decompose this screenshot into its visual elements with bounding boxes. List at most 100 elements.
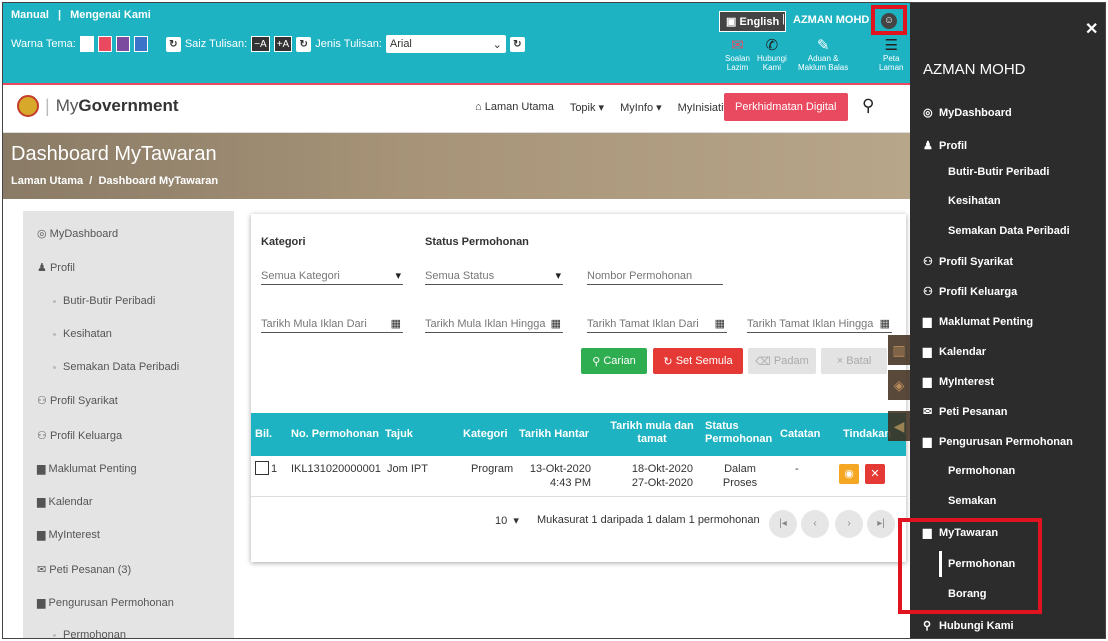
calendar-icon: ▦ [550, 318, 561, 330]
date-tamat-dari-input[interactable]: Tarikh Tamat Iklan Dari ▦ [587, 315, 727, 333]
search-icon[interactable]: ⚲ [862, 96, 874, 116]
about-link[interactable]: Mengenai Kami [70, 9, 151, 21]
manual-link[interactable]: Manual [11, 9, 49, 21]
location-icon[interactable]: ◈ [888, 370, 910, 400]
sidebar-item-myinterest[interactable]: ▆ MyInterest [37, 528, 100, 541]
language-button[interactable]: ▣ English [719, 11, 787, 32]
rsidebar-item-peti[interactable]: ✉ Peti Pesanan [923, 405, 1007, 418]
sidebar-item-profil-syarikat[interactable]: ⚇ Profil Syarikat [37, 394, 118, 407]
theme-swatch-white[interactable] [79, 36, 94, 52]
envelope-icon: ✉ [37, 564, 47, 576]
mygovernment-logo[interactable]: | MyGovernment [17, 95, 179, 117]
th-catatan[interactable]: Catatan [780, 428, 820, 441]
quick-contact[interactable]: ✆ Hubungi Kami [757, 37, 787, 72]
next-page-icon[interactable]: › [835, 510, 863, 538]
rsidebar-item-hubungi[interactable]: ⚲ Hubungi Kami [923, 619, 1014, 632]
th-status[interactable]: Status Permohonan [705, 420, 775, 446]
first-page-icon[interactable]: |◂ [769, 510, 797, 538]
sidebar-item-pengurusan[interactable]: ▆ Pengurusan Permohonan [37, 596, 174, 609]
rsidebar-item-kalendar[interactable]: ▆ Kalendar [923, 345, 986, 358]
quick-sitemap[interactable]: ☰ Peta Laman [879, 37, 903, 72]
megaphone-icon[interactable]: ◀ [888, 411, 910, 441]
quick-feedback[interactable]: ✎ Aduan & Maklum Balas [798, 37, 848, 72]
sidebar-item-kesihatan[interactable]: Kesihatan [53, 328, 112, 340]
status-label: Status Permohonan [425, 236, 529, 248]
rsidebar-item-permohonan[interactable]: Permohonan [948, 465, 1015, 477]
carian-button[interactable]: ⚲ Carian [581, 348, 647, 374]
theme-swatch-blue[interactable] [133, 36, 148, 52]
th-tajuk[interactable]: Tajuk [385, 428, 413, 441]
rsidebar-item-profil-keluarga[interactable]: ⚇ Profil Keluarga [923, 285, 1017, 298]
user-menu-highlight[interactable]: ☺ [871, 5, 907, 35]
refresh-icon: ↻ [663, 355, 673, 368]
cell-tajuk: Jom IPT [387, 463, 428, 475]
file-icon: ▆ [37, 463, 46, 475]
rsidebar-item-semakan[interactable]: Semakan [948, 495, 996, 507]
caret-down-icon: ▾ [555, 270, 561, 282]
reset-fontsize-icon[interactable]: ↻ [296, 36, 312, 52]
nav-myinfo[interactable]: MyInfo ▾ [620, 101, 662, 114]
rsidebar-item-kesihatan[interactable]: Kesihatan [948, 195, 1001, 207]
rsidebar-item-myinterest[interactable]: ▆ MyInterest [923, 375, 994, 388]
breadcrumb-home[interactable]: Laman Utama [11, 175, 83, 187]
padam-button[interactable]: ⌫ Padam [748, 348, 816, 374]
row-checkbox[interactable] [255, 461, 269, 475]
delete-close-icon[interactable]: ✕ [865, 464, 885, 484]
fonttype-select[interactable]: Arial ⌄ [385, 35, 506, 53]
view-eye-icon[interactable]: ◉ [839, 464, 859, 484]
quick-faq[interactable]: ✉ Soalan Lazim [725, 37, 750, 72]
font-decrease-button[interactable]: −A [251, 36, 270, 52]
last-page-icon[interactable]: ▸| [867, 510, 895, 538]
set-semula-button[interactable]: ↻ Set Semula [653, 348, 743, 374]
status-select[interactable]: Semua Status ▾ [425, 267, 563, 285]
rsidebar-item-maklumat[interactable]: ▆ Maklumat Penting [923, 315, 1033, 328]
rsidebar-item-mydashboard[interactable]: ◎ MyDashboard [923, 106, 1012, 119]
calendar-icon: ▦ [714, 318, 725, 330]
sidebar-item-peti[interactable]: ✉ Peti Pesanan (3) [37, 563, 131, 576]
kategori-label: Kategori [261, 236, 306, 248]
rsidebar-item-profil[interactable]: ♟ Profil [923, 139, 967, 152]
prev-page-icon[interactable]: ‹ [801, 510, 829, 538]
sidebar-item-profil[interactable]: ♟ Profil [37, 261, 75, 274]
reset-theme-icon[interactable]: ↻ [165, 36, 181, 52]
stats-icon[interactable]: ▥ [888, 335, 910, 365]
th-tarikh-mula-tamat[interactable]: Tarikh mula dan tamat [607, 420, 697, 446]
rsidebar-item-profil-syarikat[interactable]: ⚇ Profil Syarikat [923, 255, 1013, 268]
sidebar-item-permohonan[interactable]: Permohonan [53, 629, 126, 638]
sidebar-item-profil-keluarga[interactable]: ⚇ Profil Keluarga [37, 429, 122, 442]
nav-home[interactable]: ⌂ Laman Utama [475, 101, 554, 114]
sidebar-item-maklumat[interactable]: ▆ Maklumat Penting [37, 462, 137, 475]
digital-services-button[interactable]: Perkhidmatan Digital [724, 93, 848, 121]
nav-topik[interactable]: Topik ▾ [570, 101, 604, 114]
nombor-permohonan-input[interactable]: Nombor Permohonan [587, 267, 723, 285]
date-tamat-hingga-input[interactable]: Tarikh Tamat Iklan Hingga ▦ [747, 315, 892, 333]
file-icon: ▆ [923, 436, 932, 448]
page-banner: Dashboard MyTawaran Laman Utama / Dashbo… [3, 133, 910, 199]
date-mula-hingga-input[interactable]: Tarikh Mula Iklan Hingga ▦ [425, 315, 563, 333]
theme-label: Warna Tema: [11, 38, 76, 50]
th-no-permohonan[interactable]: No. Permohonan [291, 428, 379, 441]
user-name-top[interactable]: AZMAN MOHD [793, 14, 869, 26]
batal-button[interactable]: × Batal [821, 348, 887, 374]
users-icon: ⚇ [923, 256, 933, 268]
sidebar-item-mydashboard[interactable]: ◎ MyDashboard [37, 227, 118, 240]
rsidebar-item-semakan-data[interactable]: Semakan Data Peribadi [948, 225, 1070, 237]
sidebar-item-butir[interactable]: Butir-Butir Peribadi [52, 295, 155, 307]
sidebar-item-semakan-data[interactable]: Semakan Data Peribadi [52, 361, 179, 373]
sidebar-item-kalendar[interactable]: ▆ Kalendar [37, 495, 93, 508]
th-tarikh-hantar[interactable]: Tarikh Hantar [519, 428, 589, 441]
rsidebar-item-pengurusan[interactable]: ▆ Pengurusan Permohonan [923, 435, 1073, 448]
font-increase-button[interactable]: +A [273, 36, 293, 52]
per-page-select[interactable]: 10 ▾ [495, 514, 519, 527]
theme-swatch-red[interactable] [97, 36, 112, 52]
th-kategori[interactable]: Kategori [463, 428, 508, 441]
th-tindakan[interactable]: Tindakan [843, 428, 891, 441]
date-mula-dari-input[interactable]: Tarikh Mula Iklan Dari ▦ [261, 315, 403, 333]
reset-fonttype-icon[interactable]: ↻ [509, 36, 525, 52]
close-icon[interactable]: ✕ [1085, 19, 1098, 39]
rsidebar-item-butir[interactable]: Butir-Butir Peribadi [948, 166, 1049, 178]
kategori-select[interactable]: Semua Kategori ▾ [261, 267, 403, 285]
th-bil[interactable]: Bil. [255, 428, 272, 441]
theme-swatch-purple[interactable] [115, 36, 130, 52]
user-circle-icon[interactable]: ☺ [881, 13, 897, 29]
